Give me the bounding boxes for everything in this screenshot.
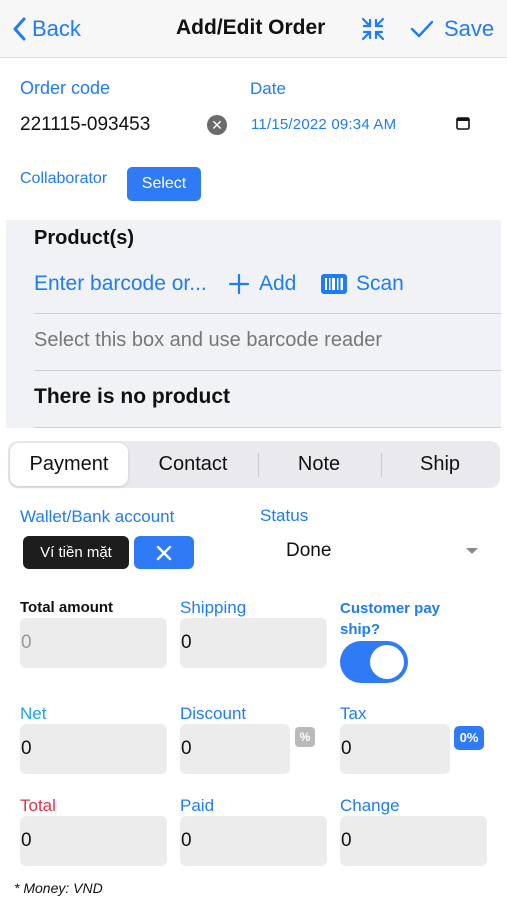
order-code-input[interactable]: 221115-093453 <box>20 114 150 136</box>
change-label: Change <box>340 796 400 815</box>
total-field[interactable]: 0 <box>20 816 167 866</box>
select-collaborator-button[interactable]: Select <box>127 167 201 201</box>
chevron-left-icon <box>13 17 26 41</box>
calendar-icon[interactable] <box>455 115 471 131</box>
divider <box>34 427 501 428</box>
tax-percent-badge[interactable]: 0% <box>454 726 484 750</box>
empty-products-text: There is no product <box>34 385 231 408</box>
plus-icon <box>229 274 249 294</box>
toggle-knob <box>370 645 404 679</box>
wallet-chip[interactable]: Ví tiền mặt <box>23 536 129 569</box>
scan-label: Scan <box>356 272 404 295</box>
wallet-label: Wallet/Bank account <box>20 507 175 526</box>
total-label: Total <box>20 796 56 815</box>
remove-wallet-button[interactable] <box>134 536 194 569</box>
products-title: Product(s) <box>34 227 134 249</box>
status-label: Status <box>260 506 309 525</box>
back-button[interactable]: Back <box>12 14 81 44</box>
close-icon <box>156 545 172 560</box>
total-amount-label: Total amount <box>20 599 114 616</box>
order-code-label: Order code <box>20 78 111 98</box>
save-button[interactable]: Save <box>410 14 494 44</box>
tax-label: Tax <box>340 704 367 723</box>
paid-label: Paid <box>180 796 215 815</box>
change-field[interactable]: 0 <box>340 816 487 866</box>
date-input[interactable]: 11/15/2022 09:34 AM <box>251 116 396 133</box>
caret-down-icon[interactable] <box>466 548 478 554</box>
discount-field[interactable]: 0 <box>180 724 290 774</box>
customer-pay-ship-label: Customer pay ship? <box>340 598 440 640</box>
shipping-field[interactable]: 0 <box>180 618 327 668</box>
barcode-icon <box>321 274 347 294</box>
customer-pay-ship-label-line2: ship? <box>340 621 380 638</box>
add-label: Add <box>259 272 297 295</box>
save-label: Save <box>444 16 495 41</box>
total-amount-field[interactable]: 0 <box>20 618 167 668</box>
divider <box>34 313 501 314</box>
barcode-input[interactable]: Enter barcode or... <box>34 272 207 296</box>
date-label: Date <box>250 79 286 98</box>
tab-note[interactable]: Note <box>259 443 379 486</box>
tax-field[interactable]: 0 <box>340 724 450 774</box>
net-label: Net <box>20 704 47 723</box>
back-label: Back <box>32 16 81 41</box>
tab-contact[interactable]: Contact <box>134 443 252 486</box>
customer-pay-ship-label-line1: Customer pay <box>340 600 441 617</box>
customer-pay-ship-toggle[interactable] <box>340 641 408 683</box>
shipping-label: Shipping <box>180 598 247 617</box>
discount-percent-toggle[interactable]: % <box>295 727 315 747</box>
currency-note: * Money: VND <box>14 880 103 896</box>
net-field[interactable]: 0 <box>20 724 167 774</box>
paid-field[interactable]: 0 <box>180 816 327 866</box>
status-select[interactable]: Done <box>286 540 331 562</box>
clear-icon[interactable]: ✕ <box>207 115 227 135</box>
collaborator-label: Collaborator <box>20 170 108 187</box>
tab-ship[interactable]: Ship <box>382 443 498 486</box>
divider <box>34 370 501 371</box>
discount-label: Discount <box>180 704 247 723</box>
page-title: Add/Edit Order <box>176 16 326 39</box>
barcode-reader-input[interactable]: Select this box and use barcode reader <box>34 329 382 352</box>
add-product-button[interactable]: Add <box>229 272 296 296</box>
scan-button[interactable]: Scan <box>321 272 404 296</box>
compress-icon[interactable] <box>360 16 386 42</box>
checkmark-icon <box>410 20 434 38</box>
tab-payment[interactable]: Payment <box>10 443 128 486</box>
